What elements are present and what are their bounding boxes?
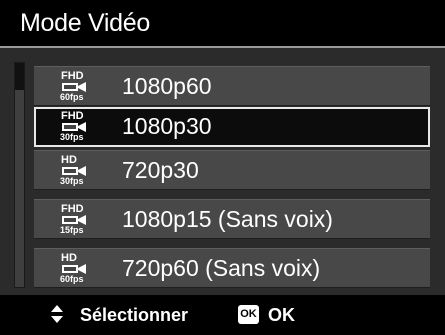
menu-item-label: 1080p15 (Sans voix) [122,206,333,232]
scrollbar[interactable] [14,62,25,288]
menu-item-label: 1080p60 [122,73,212,99]
select-hint-label: Sélectionner [80,305,189,325]
video-camera-icon [62,82,86,92]
video-camera-icon [62,215,86,225]
menu-item-label: 720p30 [122,157,199,183]
fhd-30fps-video-icon: FHD 30fps [59,110,107,144]
menu-item-1080p15[interactable]: FHD 15fps 1080p15 (Sans voix) [34,199,430,239]
video-camera-icon [62,264,86,274]
hd-30fps-video-icon: HD 30fps [59,154,107,188]
menu-item-1080p30[interactable]: FHD 30fps 1080p30 [34,107,430,147]
scrollbar-thumb[interactable] [15,63,24,90]
menu-item-720p30[interactable]: HD 30fps 720p30 [34,150,430,190]
menu-item-1080p60[interactable]: FHD 60fps 1080p60 [34,66,430,106]
title-bar: Mode Vidéo [0,0,445,48]
video-camera-icon [62,166,86,176]
page-title: Mode Vidéo [20,9,150,37]
menu-item-720p60[interactable]: HD 60fps 720p60 (Sans voix) [34,248,430,288]
ok-hint-label: OK [268,305,295,325]
menu-item-label: 720p60 (Sans voix) [122,255,321,281]
hd-60fps-video-icon: HD 60fps [59,252,107,286]
ok-button-icon: OK [238,305,259,324]
button-hint-bar: Sélectionner OK OK [0,295,445,335]
up-down-arrows-icon [51,305,63,323]
fhd-15fps-video-icon: FHD 15fps [59,203,107,237]
menu-item-label: 1080p30 [122,113,212,139]
video-camera-icon [62,122,86,132]
fhd-60fps-video-icon: FHD 60fps [59,70,107,104]
